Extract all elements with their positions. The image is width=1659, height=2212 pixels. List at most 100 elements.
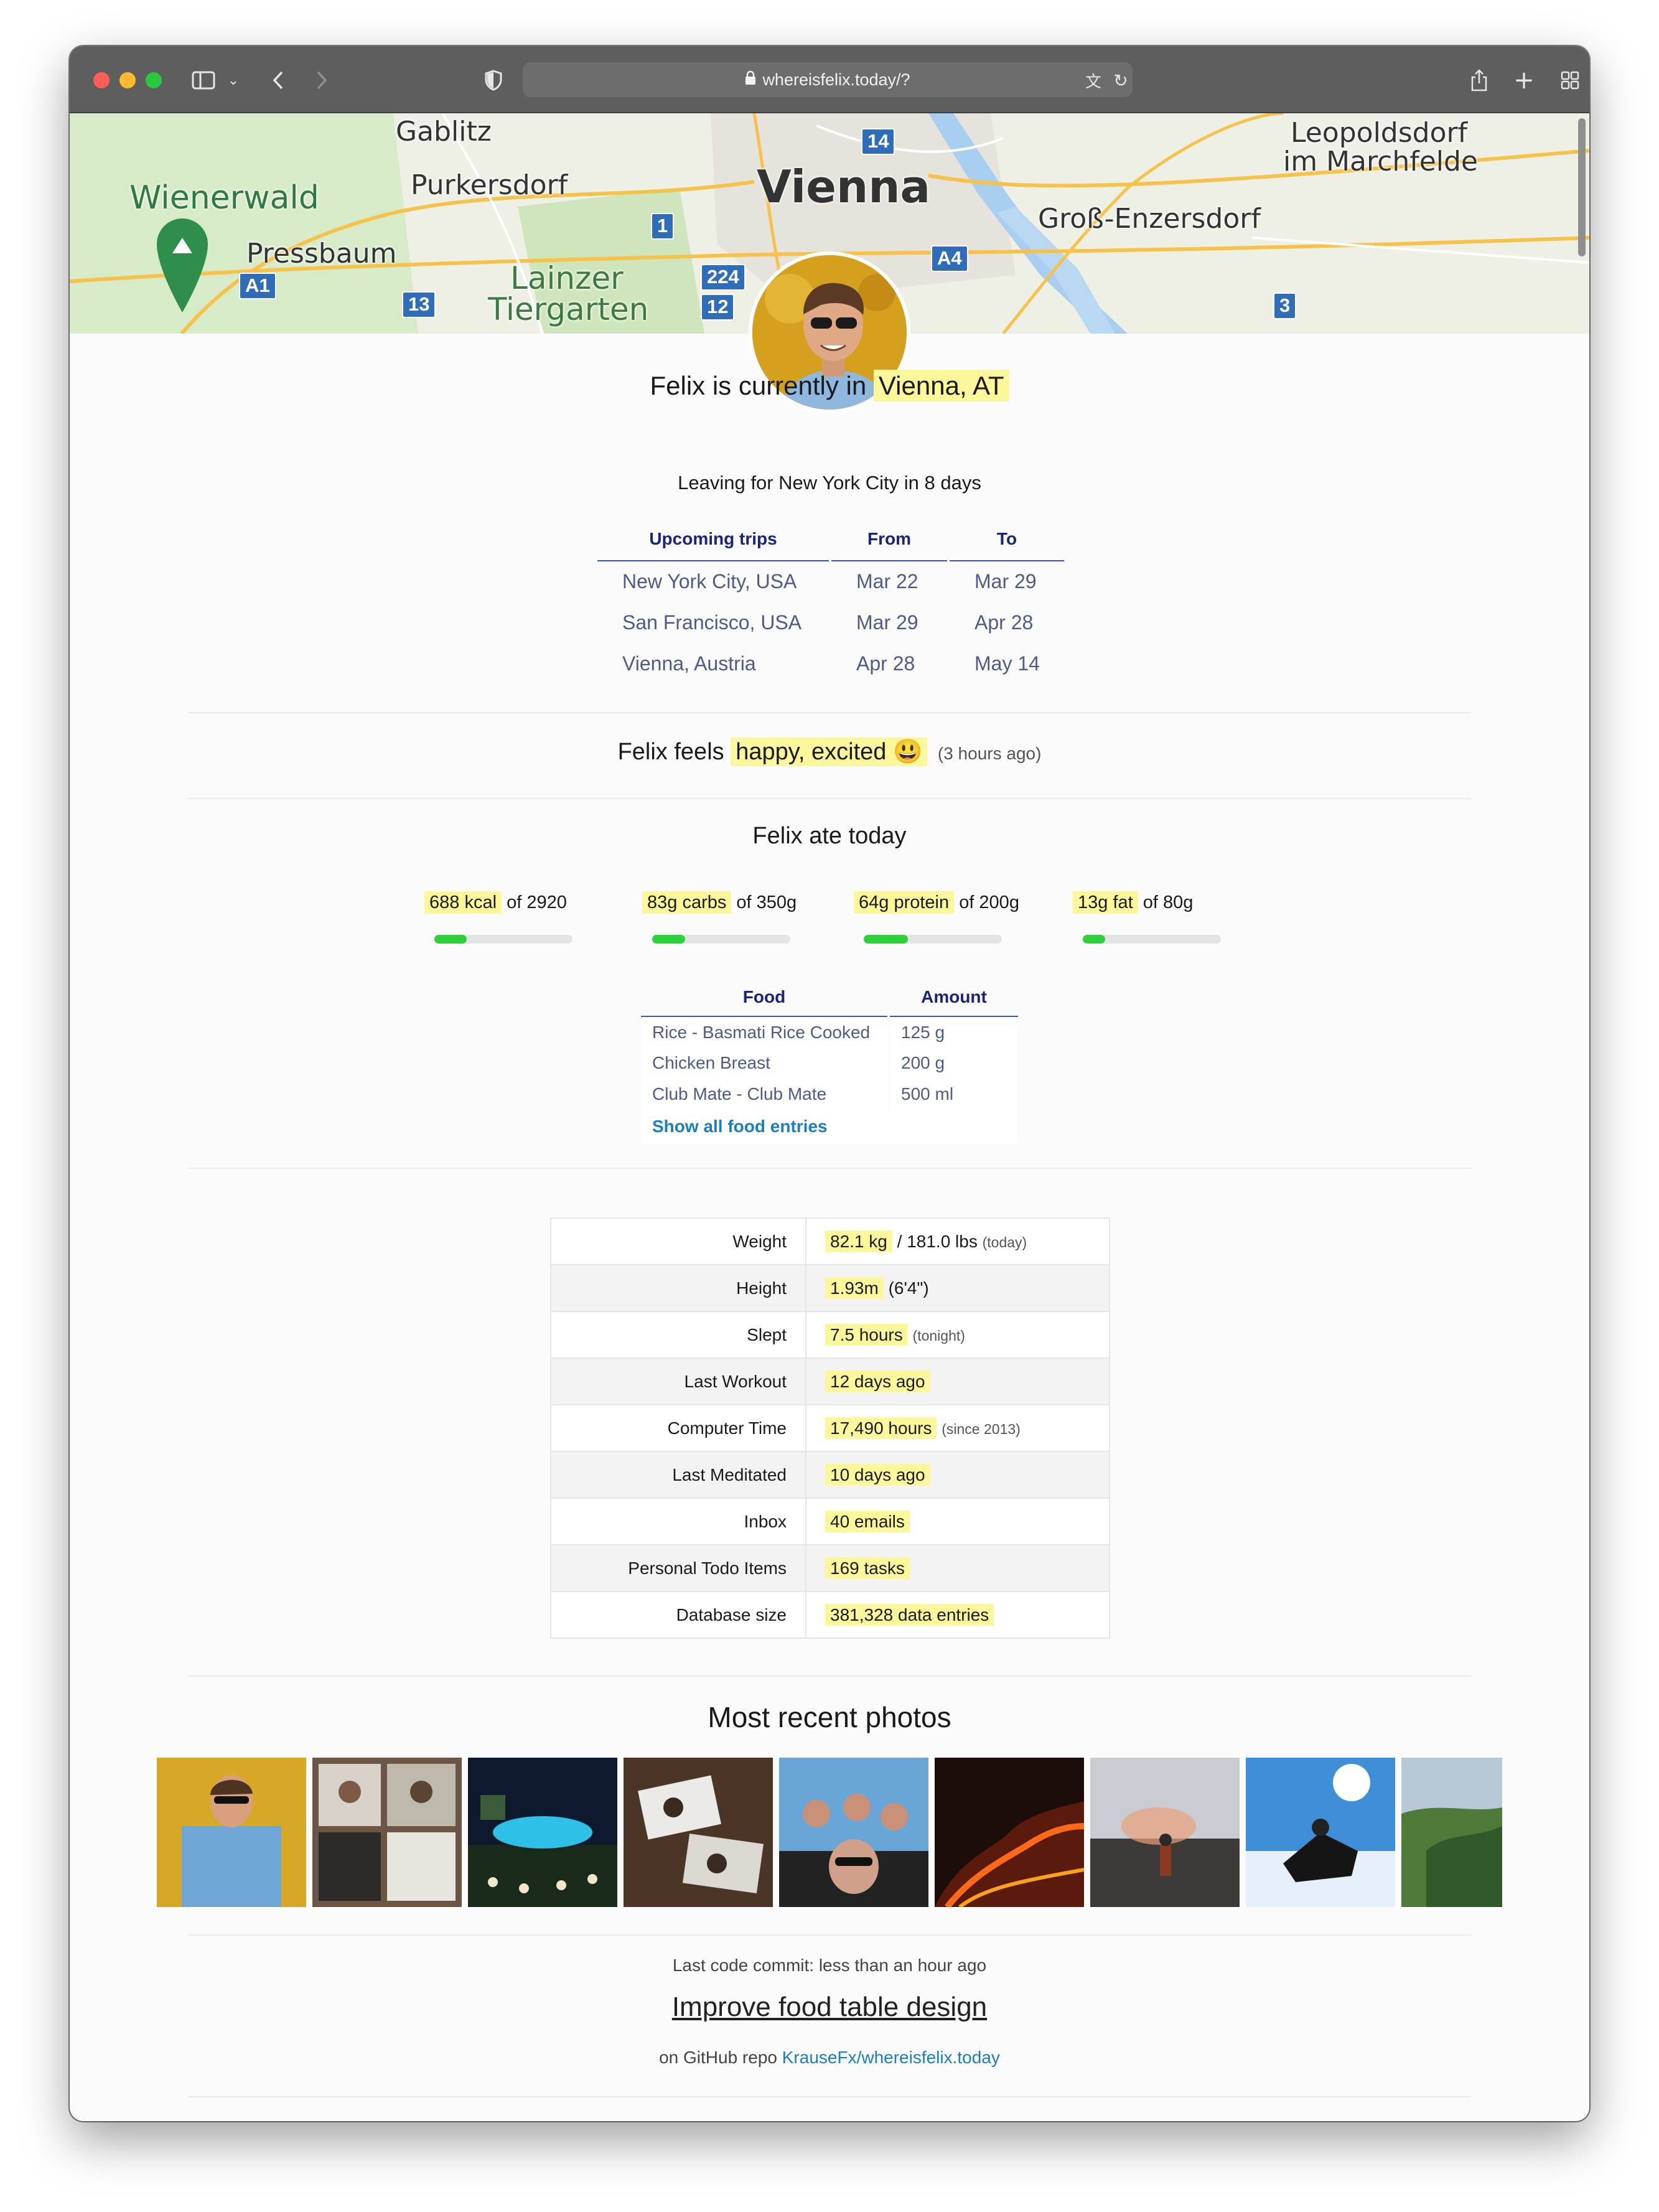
food-name: Club Mate - Club Mate xyxy=(641,1079,887,1110)
stat-value: 10 days ago xyxy=(825,1463,930,1486)
food-table: Food Amount Rice - Basmati Rice Cooked 12… xyxy=(641,987,1018,1143)
photo-1[interactable] xyxy=(157,1758,306,1907)
macro-value: 688 kcal xyxy=(424,891,502,914)
photo-2[interactable] xyxy=(312,1758,462,1907)
mood-line: Felix feels happy, excited 😃 (3 hours ag… xyxy=(70,738,1589,766)
macro-label: 13g fat of 80g xyxy=(1073,891,1259,914)
trip-destination: San Francisco, USA xyxy=(622,611,802,634)
trips-header-from: From xyxy=(831,529,947,561)
macro-goal: of 2920 xyxy=(507,893,567,912)
stat-row: Computer Time 17,490 hours (since 2013) xyxy=(551,1404,1110,1451)
stat-extra: (6'4") xyxy=(888,1278,929,1298)
trip-from: Mar 29 xyxy=(856,611,918,634)
trip-destination: New York City, USA xyxy=(622,570,797,593)
privacy-shield-icon[interactable] xyxy=(478,65,509,96)
macro-value: 64g protein xyxy=(854,891,955,914)
macro-progress-bar xyxy=(434,935,572,944)
stat-row: Database size 381,328 data entries xyxy=(551,1591,1110,1638)
macro-label: 688 kcal of 2920 xyxy=(424,891,611,914)
macro-item: 64g protein of 200g xyxy=(854,891,1040,944)
food-name: Rice - Basmati Rice Cooked xyxy=(641,1016,887,1047)
photo-9[interactable] xyxy=(1401,1758,1502,1907)
tab-overview-icon[interactable] xyxy=(1554,65,1586,96)
stat-row: Personal Todo Items 169 tasks xyxy=(551,1544,1110,1591)
translate-icon[interactable]: 文 xyxy=(1078,65,1109,96)
photo-7[interactable] xyxy=(1090,1758,1240,1907)
macro-progress-bar xyxy=(652,935,790,944)
trip-row: San Francisco, USA Mar 29 Apr 28 xyxy=(597,602,1064,643)
zoom-window-button[interactable] xyxy=(146,72,162,88)
divider xyxy=(188,1934,1471,1936)
trip-to: Apr 28 xyxy=(974,611,1034,634)
stat-label: Height xyxy=(551,1264,806,1311)
stat-extra: / 181.0 lbs xyxy=(897,1231,978,1251)
mood-value: happy, excited 😃 xyxy=(731,738,928,766)
share-icon[interactable] xyxy=(1464,65,1495,96)
next-trip-subtitle: Leaving for New York City in 8 days xyxy=(678,472,981,494)
stat-value-cell: 40 emails xyxy=(806,1497,1110,1545)
repo-link[interactable]: KrauseFx/whereisfelix.today xyxy=(782,2048,1000,2067)
map-label-purkersdorf: Purkersdorf xyxy=(411,169,568,201)
food-name: Chicken Breast xyxy=(641,1047,887,1079)
scrollbar[interactable] xyxy=(1578,118,1586,256)
stat-value-cell: 10 days ago xyxy=(806,1451,1110,1498)
lock-icon xyxy=(745,70,756,90)
stat-value-cell: 7.5 hours (tonight) xyxy=(806,1311,1110,1358)
browser-toolbar: ⌄ whereisfelix.today/? 文 ↻ + xyxy=(70,46,1589,113)
map-label-pressbaum: Pressbaum xyxy=(246,238,397,269)
chevron-down-icon[interactable]: ⌄ xyxy=(218,65,249,96)
map-label-marchfelde: im Marchfelde xyxy=(1283,146,1478,177)
stat-note: (tonight) xyxy=(912,1327,965,1344)
reload-icon[interactable]: ↻ xyxy=(1105,65,1136,96)
trip-from: Apr 28 xyxy=(856,652,915,675)
minimize-window-button[interactable] xyxy=(119,72,136,88)
trip-to: Mar 29 xyxy=(974,570,1037,593)
stat-note: (today) xyxy=(982,1234,1027,1250)
show-all-food-link[interactable]: Show all food entries xyxy=(652,1117,828,1136)
food-row: Rice - Basmati Rice Cooked 125 g xyxy=(641,1016,1018,1047)
commit-repo: on GitHub repo KrauseFx/whereisfelix.tod… xyxy=(70,2048,1589,2068)
photo-4[interactable] xyxy=(624,1758,773,1907)
stat-label: Personal Todo Items xyxy=(551,1544,806,1591)
forward-icon[interactable] xyxy=(306,65,337,96)
back-icon[interactable] xyxy=(263,65,294,96)
trip-row: New York City, USA Mar 22 Mar 29 xyxy=(597,561,1064,602)
trips-header-to: To xyxy=(950,529,1064,561)
stat-value: 7.5 hours xyxy=(825,1323,908,1346)
photo-6[interactable] xyxy=(935,1758,1084,1907)
divider xyxy=(188,712,1471,713)
stat-label: Database size xyxy=(551,1591,806,1638)
stat-value-cell: 381,328 data entries xyxy=(806,1591,1110,1638)
road-shield-a1: A1 xyxy=(239,273,276,299)
stat-row: Height 1.93m (6'4") xyxy=(551,1264,1110,1311)
map-label-tiergarten: Tiergarten xyxy=(488,291,649,327)
food-header-food: Food xyxy=(641,987,887,1017)
stat-label: Last Meditated xyxy=(551,1451,806,1498)
photo-3[interactable] xyxy=(468,1758,617,1907)
road-shield-a4: A4 xyxy=(931,245,968,272)
address-bar[interactable]: whereisfelix.today/? xyxy=(523,62,1133,97)
macro-goal: of 350g xyxy=(736,893,797,912)
mood-time: (3 hours ago) xyxy=(937,744,1042,763)
photo-8[interactable] xyxy=(1246,1758,1395,1907)
macro-goal: of 200g xyxy=(959,893,1019,912)
commit-link[interactable]: Improve food table design xyxy=(672,1992,987,2022)
food-row: Chicken Breast 200 g xyxy=(641,1047,1018,1079)
stat-value: 17,490 hours xyxy=(825,1417,937,1439)
macro-progress-fill xyxy=(434,935,467,944)
stat-row: Inbox 40 emails xyxy=(551,1497,1110,1545)
new-tab-icon[interactable]: + xyxy=(1508,65,1540,96)
stat-label: Weight xyxy=(551,1217,806,1265)
macro-progress-bar xyxy=(1083,935,1221,944)
close-window-button[interactable] xyxy=(93,72,110,88)
macro-item: 688 kcal of 2920 xyxy=(424,891,611,944)
divider xyxy=(188,2096,1471,2097)
trip-to: May 14 xyxy=(974,652,1040,675)
stat-value: 82.1 kg xyxy=(825,1230,892,1252)
sidebar-toggle-icon[interactable] xyxy=(188,65,219,96)
map-label-gablitz: Gablitz xyxy=(396,116,492,148)
stat-value: 12 days ago xyxy=(825,1370,930,1392)
divider xyxy=(188,1168,1471,1169)
stat-value-cell: 12 days ago xyxy=(806,1357,1110,1405)
photo-5[interactable] xyxy=(779,1758,928,1907)
